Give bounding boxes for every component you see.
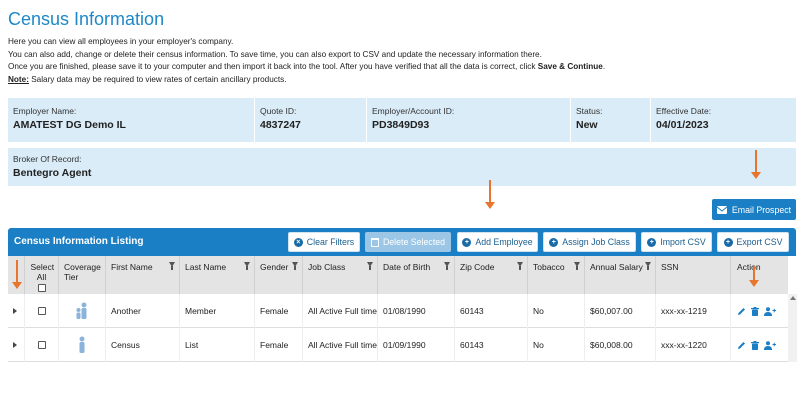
column-annual-salary[interactable]: Annual Salary <box>585 256 656 294</box>
expand-icon[interactable] <box>8 294 25 328</box>
column-first-name[interactable]: First Name <box>106 256 180 294</box>
row-checkbox[interactable] <box>37 307 46 315</box>
quote-id: 4837247 <box>260 119 301 131</box>
zip-cell: 60143 <box>455 328 528 362</box>
column-zip-code[interactable]: Zip Code <box>455 256 528 294</box>
filter-icon[interactable] <box>517 262 523 270</box>
page-title: Census Information <box>8 9 165 29</box>
intro-line-1: Here you can view all employees in your … <box>8 37 234 46</box>
expand-icon[interactable] <box>8 328 25 362</box>
ssn-cell: xxx-xx-1219 <box>656 294 731 328</box>
export-csv-button[interactable]: + Export CSV <box>717 232 789 252</box>
filter-icon[interactable] <box>574 262 580 270</box>
email-prospect-button[interactable]: Email Prospect <box>712 199 796 220</box>
row-checkbox[interactable] <box>37 341 46 349</box>
filter-icon[interactable] <box>244 262 250 270</box>
gender-cell: Female <box>255 294 303 328</box>
delete-selected-button[interactable]: Delete Selected <box>365 232 451 252</box>
account-id: PD3849D93 <box>372 119 430 131</box>
arrow-indicator-icon <box>749 266 759 288</box>
job-class-cell: All Active Full time <box>303 294 378 328</box>
intro-line-2: You can also add, change or delete their… <box>8 49 542 59</box>
table-header: Select All Coverage Tier First Name Last… <box>8 256 788 294</box>
table-row[interactable]: Census List Female All Active Full time … <box>8 328 788 362</box>
employer-name-cell: Employer Name: AMATEST DG Demo IL <box>8 98 254 142</box>
tobacco-cell: No <box>528 328 585 362</box>
scroll-up-icon[interactable] <box>790 296 796 300</box>
trash-icon <box>370 237 379 247</box>
plus-circle-icon: + <box>647 237 657 247</box>
envelope-icon <box>716 205 727 214</box>
column-tobacco[interactable]: Tobacco <box>528 256 585 294</box>
save-continue-text: Save & Continue <box>537 62 603 71</box>
add-user-icon[interactable] <box>764 306 776 316</box>
filter-icon[interactable] <box>169 262 175 270</box>
last-name-cell: Member <box>180 294 255 328</box>
column-gender[interactable]: Gender <box>255 256 303 294</box>
job-class-cell: All Active Full time <box>303 328 378 362</box>
column-coverage-tier: Coverage Tier <box>59 256 106 294</box>
tobacco-cell: No <box>528 294 585 328</box>
last-name-cell: List <box>180 328 255 362</box>
broker-info-panel: Broker Of Record: Bentegro Agent <box>8 148 796 186</box>
salary-cell: $60,008.00 <box>585 328 656 362</box>
plus-circle-icon: + <box>549 237 559 247</box>
ssn-cell: xxx-xx-1220 <box>656 328 731 362</box>
clear-filters-button[interactable]: × Clear Filters <box>288 232 360 252</box>
row-actions <box>731 328 788 362</box>
row-actions <box>731 294 788 328</box>
account-id-cell: Employer/Account ID: PD3849D93 <box>366 98 570 142</box>
plus-circle-icon: + <box>723 237 733 247</box>
close-circle-icon: × <box>293 237 303 247</box>
column-date-of-birth[interactable]: Date of Birth <box>378 256 455 294</box>
gender-cell: Female <box>255 328 303 362</box>
first-name-cell: Census <box>106 328 180 362</box>
effective-date-cell: Effective Date: 04/01/2023 <box>650 98 796 142</box>
employer-name: AMATEST DG Demo IL <box>13 119 126 131</box>
status-cell: Status: New <box>570 98 650 142</box>
table-scrollbar[interactable] <box>788 294 797 362</box>
broker-cell: Broker Of Record: Bentegro Agent <box>8 148 308 186</box>
first-name-cell: Another <box>106 294 180 328</box>
arrow-indicator-icon <box>751 150 761 180</box>
column-action: Action <box>737 262 761 272</box>
column-last-name[interactable]: Last Name <box>180 256 255 294</box>
effective-date: 04/01/2023 <box>656 119 709 131</box>
status-value: New <box>576 119 598 131</box>
broker-name: Bentegro Agent <box>13 167 92 179</box>
filter-icon[interactable] <box>367 262 373 270</box>
arrow-indicator-icon <box>12 260 22 290</box>
employer-info-panel: Employer Name: AMATEST DG Demo IL Quote … <box>8 98 796 142</box>
trash-icon[interactable] <box>751 306 759 316</box>
intro-note: Note: Salary data may be required to vie… <box>8 74 287 84</box>
pencil-icon[interactable] <box>737 307 746 316</box>
assign-job-class-button[interactable]: + Assign Job Class <box>543 232 636 252</box>
table-row[interactable]: Another Member Female All Active Full ti… <box>8 294 788 328</box>
column-select-all: Select All <box>25 256 59 294</box>
filter-icon[interactable] <box>645 262 651 270</box>
column-job-class[interactable]: Job Class <box>303 256 378 294</box>
filter-icon[interactable] <box>444 262 450 270</box>
column-ssn: SSN <box>656 256 731 294</box>
census-listing-toolbar: Census Information Listing × Clear Filte… <box>8 228 796 256</box>
salary-cell: $60,007.00 <box>585 294 656 328</box>
zip-cell: 60143 <box>455 294 528 328</box>
pencil-icon[interactable] <box>737 341 746 350</box>
dob-cell: 01/08/1990 <box>378 294 455 328</box>
intro-line-3: Once you are finished, please save it to… <box>8 62 606 71</box>
add-employee-button[interactable]: + Add Employee <box>457 232 538 252</box>
arrow-indicator-icon <box>485 180 495 210</box>
select-all-checkbox[interactable] <box>37 284 46 292</box>
person-icon <box>59 294 106 328</box>
add-user-icon[interactable] <box>764 340 776 350</box>
trash-icon[interactable] <box>751 340 759 350</box>
dob-cell: 01/09/1990 <box>378 328 455 362</box>
quote-id-cell: Quote ID: 4837247 <box>254 98 366 142</box>
filter-icon[interactable] <box>292 262 298 270</box>
listing-title: Census Information Listing <box>14 236 144 247</box>
person-icon <box>59 328 106 362</box>
intro-text: Here you can view all employees in your … <box>8 36 605 86</box>
import-csv-button[interactable]: + Import CSV <box>641 232 712 252</box>
plus-circle-icon: + <box>462 237 472 247</box>
